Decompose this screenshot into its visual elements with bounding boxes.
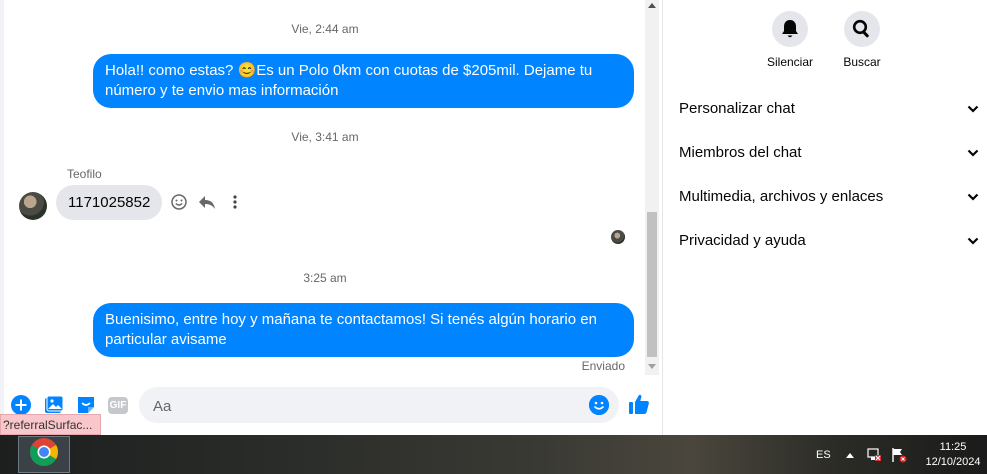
mute-label: Silenciar [766,55,814,69]
clock-time: 11:25 [939,441,967,453]
taskbar: ES 11:25 12/10/2024 [0,435,987,474]
gif-icon[interactable]: GIF [107,394,129,416]
chevron-down-icon [967,188,979,205]
plus-icon[interactable] [10,394,32,416]
search-button[interactable]: Buscar [832,11,892,69]
status-url-tooltip: ?referralSurfac... [0,414,102,435]
system-clock[interactable]: 11:25 12/10/2024 [923,440,983,470]
chat-info-sidebar: Silenciar Buscar Personalizar chat Miemb… [662,0,987,435]
timestamp: Vie, 3:41 am [291,130,359,144]
chevron-down-icon [967,100,979,117]
scroll-up-arrow[interactable] [648,3,656,8]
chevron-down-icon [967,144,979,161]
incoming-message[interactable]: 1171025852 [56,185,163,220]
section-label: Privacidad y ayuda [679,231,806,249]
timestamp: 3:25 am [303,271,347,285]
chrome-taskbar-button[interactable] [18,436,70,473]
network-icon[interactable] [866,435,882,474]
timestamp: Vie, 2:44 am [291,22,359,36]
more-options-icon[interactable] [226,193,244,211]
emoji-icon[interactable] [589,395,609,415]
left-edge [0,0,4,435]
section-media-files-links[interactable]: Multimedia, archivos y enlaces [679,184,979,208]
seen-avatar [611,230,625,244]
chat-pane: Vie, 2:44 am Hola!! como estas? 😊Es un P… [0,0,662,435]
bell-icon [772,11,808,47]
outgoing-message[interactable]: Hola!! como estas? 😊Es un Polo 0km con c… [93,54,634,108]
reply-icon[interactable] [198,193,216,211]
message-input-box[interactable] [139,387,619,425]
message-input[interactable] [151,387,575,425]
mute-button[interactable]: Silenciar [760,11,820,69]
section-label: Personalizar chat [679,99,795,117]
section-label: Miembros del chat [679,143,802,161]
sticker-icon[interactable] [75,394,97,416]
react-icon[interactable] [170,193,188,211]
scroll-down-arrow[interactable] [648,364,656,369]
message-actions [170,193,244,211]
search-icon [844,11,880,47]
section-privacy-help[interactable]: Privacidad y ayuda [679,228,979,252]
scroll-thumb[interactable] [647,212,657,357]
chevron-down-icon [967,232,979,249]
chrome-icon [29,437,59,472]
sender-name: Teofilo [67,167,102,181]
photo-icon[interactable] [43,394,65,416]
section-chat-members[interactable]: Miembros del chat [679,140,979,164]
gif-label: GIF [107,396,129,414]
tray-expand-icon[interactable] [846,435,854,474]
section-customize-chat[interactable]: Personalizar chat [679,96,979,120]
section-label: Multimedia, archivos y enlaces [679,187,884,205]
action-center-flag-icon[interactable] [891,435,907,474]
sender-avatar[interactable] [19,192,47,220]
thumbs-up-icon[interactable] [628,393,650,415]
search-label: Buscar [843,55,881,69]
delivery-status: Enviado [581,359,625,373]
clock-date: 12/10/2024 [925,456,981,468]
outgoing-message[interactable]: Buenisimo, entre hoy y mañana te contact… [93,303,634,357]
language-indicator[interactable]: ES [816,435,831,474]
scrollbar[interactable] [645,0,659,375]
